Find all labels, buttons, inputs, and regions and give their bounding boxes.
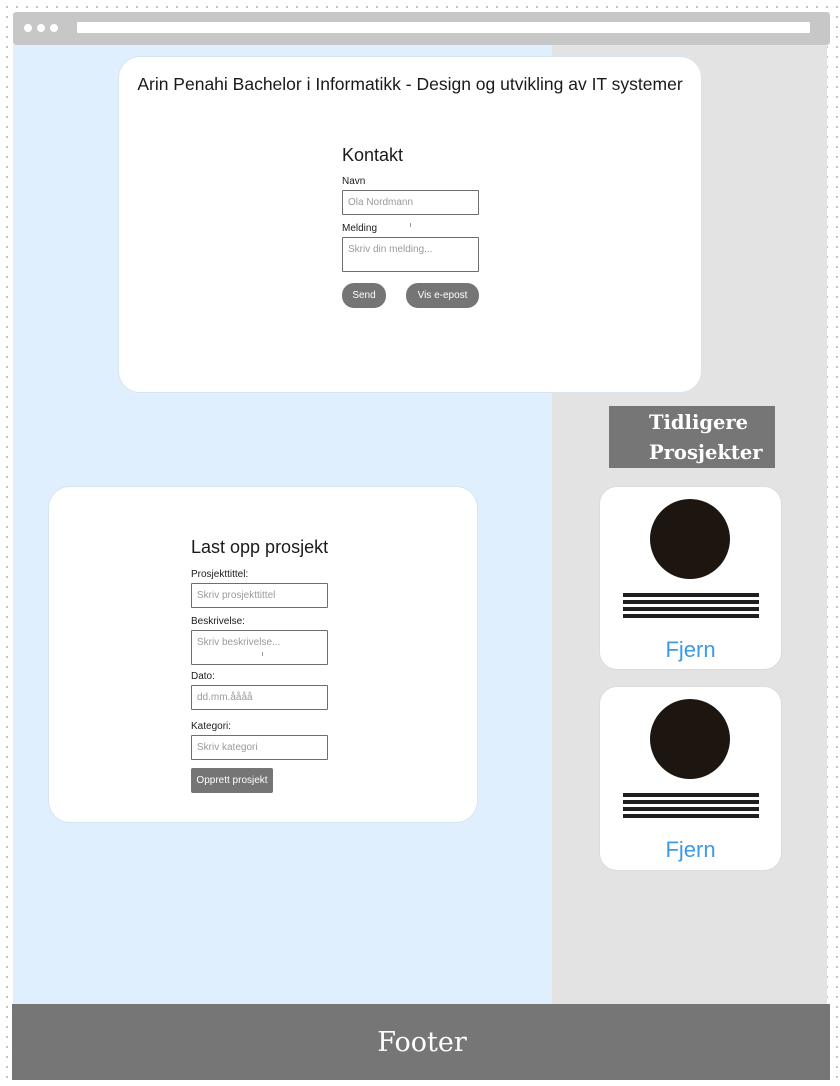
page-title: Arin Penahi Bachelor i Informatikk - Des… [137,74,683,94]
remove-project-link[interactable]: Fjern [600,837,781,863]
text-lines-placeholder-icon [623,793,759,821]
message-label: Melding [342,223,378,234]
message-input[interactable]: Skriv din melding... [342,237,479,272]
browser-toolbar [13,12,830,45]
project-title-input[interactable]: Skriv prosjekttittel [191,583,328,608]
description-input[interactable]: Skriv beskrivelse... [191,630,328,665]
contact-heading: Kontakt [342,145,404,165]
page-footer: Footer [12,1004,830,1080]
avatar-placeholder-icon [650,699,730,779]
date-input[interactable]: dd.mm.åååå [191,685,328,710]
window-dot-icon [50,24,58,32]
window-dot-icon [37,24,45,32]
upload-heading: Last opp prosjekt [191,537,329,557]
description-label: Beskrivelse: [191,616,245,627]
upload-project-card: Last opp prosjekt Prosjekttittel: Skriv … [48,486,478,823]
project-title-label: Prosjekttittel: [191,569,249,580]
window-dot-icon [24,24,32,32]
category-label: Kategori: [191,721,232,732]
avatar-placeholder-icon [650,499,730,579]
cursor-mark [410,223,411,227]
send-button[interactable]: Send [342,283,386,308]
address-bar[interactable] [77,22,810,33]
date-label: Dato: [191,671,215,682]
remove-project-link[interactable]: Fjern [600,637,781,663]
project-card: Fjern [599,486,782,670]
name-label: Navn [342,176,366,187]
contact-card: Arin Penahi Bachelor i Informatikk - Des… [118,56,702,393]
category-input[interactable]: Skriv kategori [191,735,328,760]
show-email-button[interactable]: Vis e-epost [406,283,479,308]
previous-projects-heading: Tidligere Prosjekter [609,406,775,468]
cursor-mark [262,652,263,656]
text-lines-placeholder-icon [623,593,759,621]
create-project-button[interactable]: Opprett prosjekt [191,768,273,793]
project-card: Fjern [599,686,782,871]
name-input[interactable]: Ola Nordmann [342,190,479,215]
